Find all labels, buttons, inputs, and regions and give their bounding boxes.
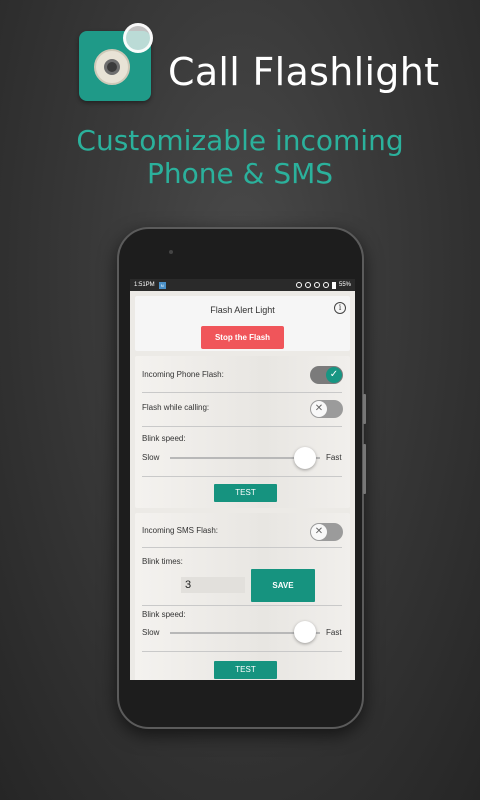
fast-label: Fast	[326, 628, 342, 637]
app-camera-icon	[79, 23, 153, 101]
blink-speed-slider-thumb[interactable]	[294, 447, 316, 469]
incoming-phone-label: Incoming Phone Flash:	[142, 370, 224, 379]
lens-icon	[94, 49, 130, 85]
status-time: 1:51PM	[134, 282, 155, 288]
test-sms-flash-button[interactable]: TEST	[214, 661, 277, 679]
close-icon: ✕	[311, 401, 327, 417]
sms-blink-speed-label: Blink speed:	[142, 610, 186, 619]
fast-label: Fast	[326, 453, 342, 462]
divider	[142, 426, 342, 427]
sms-blink-speed-slider-thumb[interactable]	[294, 621, 316, 643]
blink-times-input[interactable]: 3	[181, 577, 245, 593]
sync-icon	[295, 282, 302, 288]
blink-speed-label: Blink speed:	[142, 434, 186, 443]
promo-header: Call Flashlight Customizable incoming Ph…	[0, 0, 480, 200]
incoming-sms-label: Incoming SMS Flash:	[142, 526, 219, 535]
app-title: Call Flashlight	[168, 50, 440, 94]
alarm-icon	[304, 282, 311, 288]
volume-button	[363, 394, 366, 424]
phone-flash-card: Incoming Phone Flash: ✓ Flash while call…	[135, 356, 350, 508]
phone-mockup: 1:51PM N 55% Flash Alert Light i Stop th…	[117, 227, 366, 729]
battery-percent: 55%	[338, 282, 351, 288]
status-bar: 1:51PM N 55%	[130, 279, 355, 291]
power-button	[363, 444, 366, 494]
divider	[142, 392, 342, 393]
save-button[interactable]: SAVE	[251, 569, 315, 602]
blink-times-label: Blink times:	[142, 557, 183, 566]
flash-while-calling-toggle[interactable]: ✕	[310, 400, 343, 418]
check-icon: ✓	[326, 367, 342, 383]
slow-label: Slow	[142, 453, 160, 462]
battery-icon	[331, 281, 336, 289]
tagline-line-1: Customizable incoming	[76, 124, 404, 157]
header-card: Flash Alert Light i Stop the Flash	[135, 296, 350, 351]
divider	[142, 651, 342, 652]
info-icon[interactable]: i	[334, 302, 346, 314]
tagline-line-2: Phone & SMS	[146, 157, 334, 190]
close-icon: ✕	[311, 524, 327, 540]
test-phone-flash-button[interactable]: TEST	[214, 484, 277, 502]
flash-while-calling-label: Flash while calling:	[142, 403, 210, 412]
incoming-sms-toggle[interactable]: ✕	[310, 523, 343, 541]
flash-icon	[123, 23, 153, 53]
screen-title: Flash Alert Light	[210, 305, 275, 315]
divider	[142, 547, 342, 548]
wifi-icon	[313, 282, 320, 288]
divider	[142, 605, 342, 606]
front-camera-dot	[169, 250, 173, 254]
signal-icon	[322, 282, 329, 288]
sms-flash-card: Incoming SMS Flash: ✕ Blink times: 3 SAV…	[135, 513, 350, 680]
stop-flash-button[interactable]: Stop the Flash	[201, 326, 284, 349]
divider	[142, 476, 342, 477]
slow-label: Slow	[142, 628, 160, 637]
notification-icon: N	[158, 281, 166, 289]
incoming-phone-toggle[interactable]: ✓	[310, 366, 343, 384]
phone-screen: 1:51PM N 55% Flash Alert Light i Stop th…	[130, 279, 355, 680]
